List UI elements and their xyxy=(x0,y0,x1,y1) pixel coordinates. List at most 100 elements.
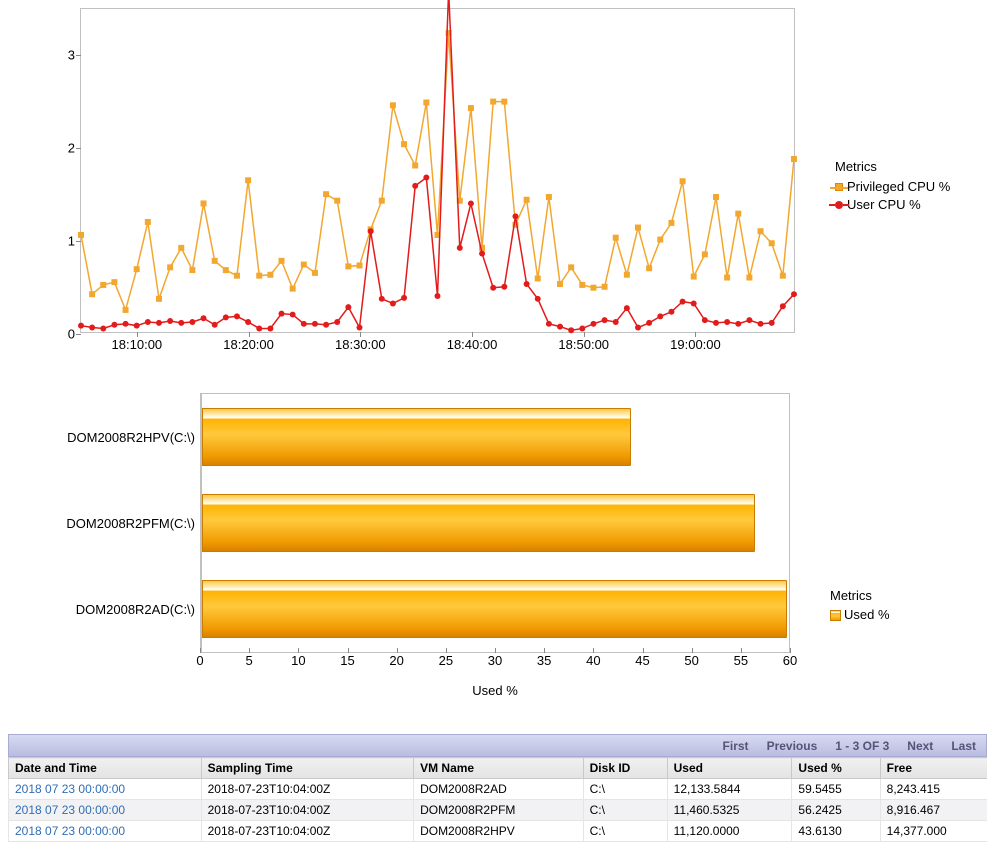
data-point xyxy=(635,225,641,231)
cpu-line-chart-panel: 012318:10:0018:20:0018:30:0018:40:0018:5… xyxy=(0,8,987,333)
data-point xyxy=(613,235,619,241)
legend-title: Metrics xyxy=(830,587,890,605)
date-link[interactable]: 2018 07 23 00:00:00 xyxy=(9,821,202,842)
pager-next[interactable]: Next xyxy=(907,739,933,753)
data-point xyxy=(635,325,641,331)
bar-row: DOM2008R2HPV(C:\) xyxy=(1,394,791,480)
bar-category-label: DOM2008R2AD(C:\) xyxy=(1,602,201,617)
table-cell: 11,460.5325 xyxy=(667,800,792,821)
data-point xyxy=(245,177,251,183)
series-line xyxy=(81,0,794,330)
bar-row: DOM2008R2PFM(C:\) xyxy=(1,480,791,566)
data-point xyxy=(223,314,229,320)
cpu-chart-legend: Metrics Privileged CPU % User CPU % xyxy=(835,158,950,215)
bar-chart-legend: Metrics Used % xyxy=(830,587,890,623)
data-point xyxy=(590,321,596,327)
data-point xyxy=(702,251,708,257)
pager-previous[interactable]: Previous xyxy=(767,739,818,753)
data-point xyxy=(702,317,708,323)
data-point xyxy=(412,183,418,189)
data-point xyxy=(501,99,507,105)
table-body: 2018 07 23 00:00:002018-07-23T10:04:00ZD… xyxy=(9,779,988,842)
disk-bar-chart: DOM2008R2HPV(C:\) DOM2008R2PFM(C:\) DOM200… xyxy=(0,393,790,698)
data-point xyxy=(357,325,363,331)
bar xyxy=(202,580,787,638)
data-point xyxy=(89,291,95,297)
circle-marker-icon xyxy=(835,201,843,209)
pager-range: 1 - 3 OF 3 xyxy=(835,739,889,753)
data-point xyxy=(368,228,374,234)
data-point xyxy=(423,100,429,106)
column-header[interactable]: Used % xyxy=(792,758,880,779)
data-point xyxy=(234,313,240,319)
data-point xyxy=(735,321,741,327)
data-point xyxy=(156,320,162,326)
series-line xyxy=(81,33,794,310)
x-tick: 19:00:00 xyxy=(670,337,721,352)
data-point xyxy=(100,325,106,331)
data-point xyxy=(111,279,117,285)
table-cell: 2018-07-23T10:04:00Z xyxy=(201,821,413,842)
data-point xyxy=(568,327,574,333)
bar-x-tick: 55 xyxy=(734,653,748,668)
data-point xyxy=(557,324,563,330)
data-point xyxy=(357,262,363,268)
column-header[interactable]: Used xyxy=(667,758,792,779)
data-point xyxy=(267,325,273,331)
table-cell: C:\ xyxy=(583,779,667,800)
column-header[interactable]: Sampling Time xyxy=(201,758,413,779)
data-point xyxy=(735,211,741,217)
data-point xyxy=(758,321,764,327)
data-point xyxy=(713,320,719,326)
data-point xyxy=(724,275,730,281)
data-point xyxy=(780,303,786,309)
data-point xyxy=(479,250,485,256)
column-header[interactable]: Free xyxy=(880,758,987,779)
bar-category-label: DOM2008R2HPV(C:\) xyxy=(1,430,201,445)
data-point xyxy=(412,162,418,168)
table-cell: 14,377.000 xyxy=(880,821,987,842)
y-tick: 2 xyxy=(61,141,75,156)
data-point xyxy=(579,325,585,331)
data-point xyxy=(267,272,273,278)
data-table: Date and TimeSampling TimeVM NameDisk ID… xyxy=(8,757,987,842)
data-point xyxy=(746,275,752,281)
data-point xyxy=(178,245,184,251)
data-point xyxy=(100,282,106,288)
data-point xyxy=(524,197,530,203)
data-point xyxy=(279,311,285,317)
data-point xyxy=(668,309,674,315)
data-point xyxy=(535,296,541,302)
data-point xyxy=(379,198,385,204)
table-cell: DOM2008R2AD xyxy=(414,779,584,800)
date-link[interactable]: 2018 07 23 00:00:00 xyxy=(9,800,202,821)
data-point xyxy=(546,321,552,327)
legend-label: Privileged CPU % xyxy=(847,178,950,196)
data-point xyxy=(223,267,229,273)
bar-x-tick: 25 xyxy=(439,653,453,668)
data-point xyxy=(758,228,764,234)
column-header[interactable]: VM Name xyxy=(414,758,584,779)
bar-x-axis-label: Used % xyxy=(200,683,790,698)
pager-last[interactable]: Last xyxy=(951,739,976,753)
data-point xyxy=(345,304,351,310)
data-point xyxy=(668,220,674,226)
column-header[interactable]: Date and Time xyxy=(9,758,202,779)
table-cell: 12,133.5844 xyxy=(667,779,792,800)
data-point xyxy=(680,178,686,184)
table-pager: First Previous 1 - 3 OF 3 Next Last xyxy=(8,734,987,757)
data-point xyxy=(78,323,84,329)
bar-x-tick: 30 xyxy=(488,653,502,668)
bar-x-tick: 15 xyxy=(340,653,354,668)
data-point xyxy=(145,219,151,225)
pager-first[interactable]: First xyxy=(723,739,749,753)
data-point xyxy=(111,322,117,328)
data-point xyxy=(468,105,474,111)
data-point xyxy=(212,258,218,264)
table-cell: 43.6130 xyxy=(792,821,880,842)
data-point xyxy=(746,317,752,323)
date-link[interactable]: 2018 07 23 00:00:00 xyxy=(9,779,202,800)
table-header-row: Date and TimeSampling TimeVM NameDisk ID… xyxy=(9,758,988,779)
column-header[interactable]: Disk ID xyxy=(583,758,667,779)
data-point xyxy=(613,319,619,325)
